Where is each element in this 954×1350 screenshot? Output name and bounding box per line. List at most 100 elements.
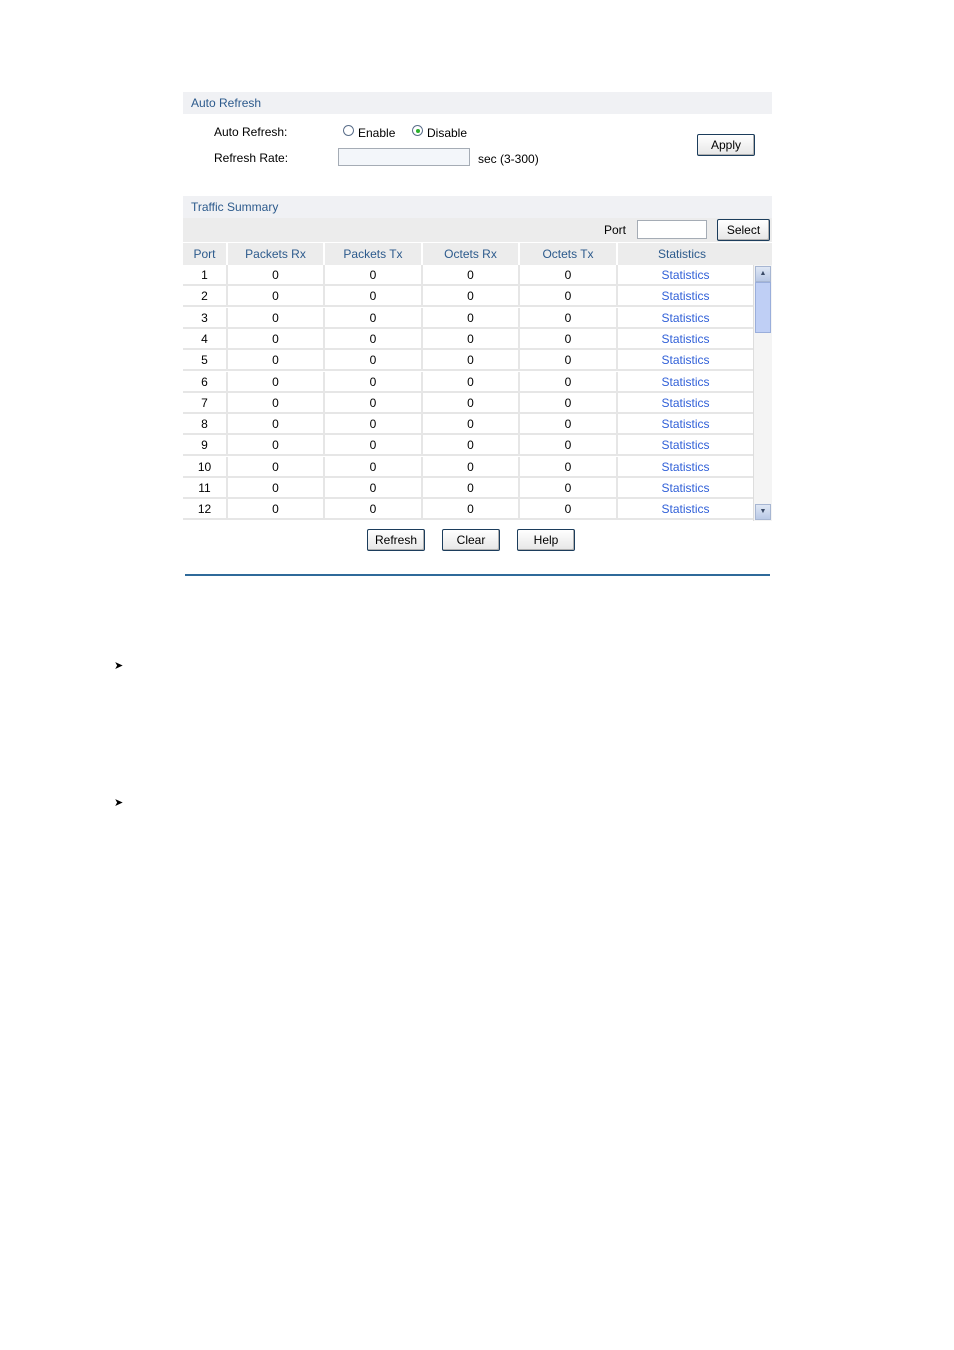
cell-octets-tx: 0	[518, 478, 616, 499]
cell-packets-tx: 0	[323, 350, 421, 372]
refresh-rate-input[interactable]	[338, 148, 470, 166]
statistics-link[interactable]: Statistics	[661, 502, 709, 516]
cell-octets-tx: 0	[518, 350, 616, 372]
cell-statistics: Statistics	[616, 435, 753, 457]
cell-octets-tx: 0	[518, 435, 616, 457]
cell-packets-tx: 0	[323, 435, 421, 457]
cell-port: 6	[201, 374, 208, 389]
port-filter-input[interactable]	[637, 220, 707, 239]
cell-packets-rx: 0	[226, 286, 323, 308]
table-row: 10 0 0 0 0 Statistics	[183, 456, 753, 478]
statistics-link[interactable]: Statistics	[661, 481, 709, 495]
cell-statistics: Statistics	[616, 371, 753, 393]
table-row: 2 0 0 0 0 Statistics	[183, 286, 753, 308]
column-header-octets-tx: Octets Tx	[518, 243, 616, 265]
cell-statistics: Statistics	[616, 499, 753, 521]
cell-packets-rx: 0	[226, 371, 323, 393]
cell-packets-rx: 0	[226, 350, 323, 372]
cell-octets-rx: 0	[421, 371, 518, 393]
section-divider	[185, 574, 770, 576]
table-scrollbar[interactable]: ▲ ▼	[753, 265, 772, 521]
cell-octets-tx: 0	[518, 392, 616, 414]
column-header-packets-tx: Packets Tx	[323, 243, 421, 265]
refresh-rate-hint: sec (3-300)	[478, 152, 539, 166]
bullet-arrow-icon: ➤	[114, 797, 124, 809]
statistics-link[interactable]: Statistics	[661, 332, 709, 346]
traffic-table-body: 1 0 0 0 0 Statistics 2 0 0 0 0 Statistics 3 0 0 0 0 Stati…	[183, 265, 753, 521]
cell-packets-tx: 0	[323, 371, 421, 393]
traffic-summary-section-header: Traffic Summary	[183, 196, 772, 218]
cell-octets-rx: 0	[421, 392, 518, 414]
cell-statistics: Statistics	[616, 456, 753, 478]
enable-radio[interactable]	[343, 125, 354, 136]
cell-packets-rx: 0	[226, 435, 323, 457]
disable-radio-label[interactable]: Disable	[427, 126, 467, 140]
table-row: 9 0 0 0 0 Statistics	[183, 435, 753, 457]
cell-port: 7	[201, 395, 208, 410]
cell-packets-rx: 0	[226, 478, 323, 499]
table-row: 11 0 0 0 0 Statistics	[183, 478, 753, 499]
cell-port: 3	[201, 310, 208, 325]
cell-port: 8	[201, 417, 208, 432]
disable-radio[interactable]	[412, 125, 423, 136]
cell-octets-tx: 0	[518, 371, 616, 393]
cell-octets-rx: 0	[421, 328, 518, 350]
table-row: 8 0 0 0 0 Statistics	[183, 414, 753, 436]
cell-packets-tx: 0	[323, 478, 421, 499]
select-button[interactable]: Select	[717, 219, 770, 241]
scroll-up-arrow-icon[interactable]: ▲	[755, 266, 771, 282]
cell-octets-rx: 0	[421, 414, 518, 436]
cell-octets-rx: 0	[421, 478, 518, 499]
cell-packets-rx: 0	[226, 392, 323, 414]
cell-packets-rx: 0	[226, 499, 323, 521]
cell-port: 12	[197, 502, 212, 517]
cell-octets-tx: 0	[518, 307, 616, 329]
bullet-arrow-icon: ➤	[114, 660, 124, 672]
auto-refresh-section-header: Auto Refresh	[183, 92, 772, 114]
cell-octets-tx: 0	[518, 414, 616, 436]
statistics-link[interactable]: Statistics	[661, 460, 709, 474]
cell-packets-tx: 0	[323, 392, 421, 414]
help-button[interactable]: Help	[517, 529, 575, 551]
cell-statistics: Statistics	[616, 307, 753, 329]
cell-octets-rx: 0	[421, 456, 518, 478]
statistics-link[interactable]: Statistics	[661, 417, 709, 431]
cell-octets-tx: 0	[518, 328, 616, 350]
column-header-port: Port	[193, 247, 216, 261]
column-header-statistics: Statistics	[616, 243, 746, 265]
statistics-link[interactable]: Statistics	[661, 438, 709, 452]
clear-button[interactable]: Clear	[442, 529, 500, 551]
statistics-link[interactable]: Statistics	[661, 289, 709, 303]
cell-port: 2	[201, 289, 208, 304]
cell-port: 1	[201, 268, 208, 282]
cell-packets-tx: 0	[323, 265, 421, 286]
cell-port: 11	[198, 481, 211, 495]
statistics-link[interactable]: Statistics	[661, 311, 709, 325]
cell-port: 4	[201, 331, 208, 346]
statistics-link[interactable]: Statistics	[661, 268, 709, 282]
cell-octets-tx: 0	[518, 286, 616, 308]
apply-button[interactable]: Apply	[697, 134, 755, 156]
table-row: 6 0 0 0 0 Statistics	[183, 371, 753, 393]
statistics-link[interactable]: Statistics	[661, 375, 709, 389]
scroll-thumb[interactable]	[755, 282, 771, 333]
statistics-link[interactable]: Statistics	[661, 396, 709, 410]
cell-packets-tx: 0	[323, 328, 421, 350]
table-row: 3 0 0 0 0 Statistics	[183, 307, 753, 329]
cell-octets-rx: 0	[421, 499, 518, 521]
column-header-octets-rx: Octets Rx	[421, 243, 518, 265]
cell-statistics: Statistics	[616, 286, 753, 308]
port-filter-toolbar: Port Select	[183, 218, 772, 242]
scroll-down-arrow-icon[interactable]: ▼	[755, 504, 771, 520]
refresh-button[interactable]: Refresh	[367, 529, 425, 551]
cell-statistics: Statistics	[616, 265, 753, 286]
statistics-link[interactable]: Statistics	[661, 353, 709, 367]
cell-packets-rx: 0	[226, 456, 323, 478]
table-row: 12 0 0 0 0 Statistics	[183, 499, 753, 521]
cell-port: 5	[201, 353, 208, 368]
cell-packets-tx: 0	[323, 286, 421, 308]
cell-octets-rx: 0	[421, 265, 518, 286]
enable-radio-label[interactable]: Enable	[358, 126, 395, 140]
cell-packets-tx: 0	[323, 456, 421, 478]
cell-statistics: Statistics	[616, 414, 753, 436]
